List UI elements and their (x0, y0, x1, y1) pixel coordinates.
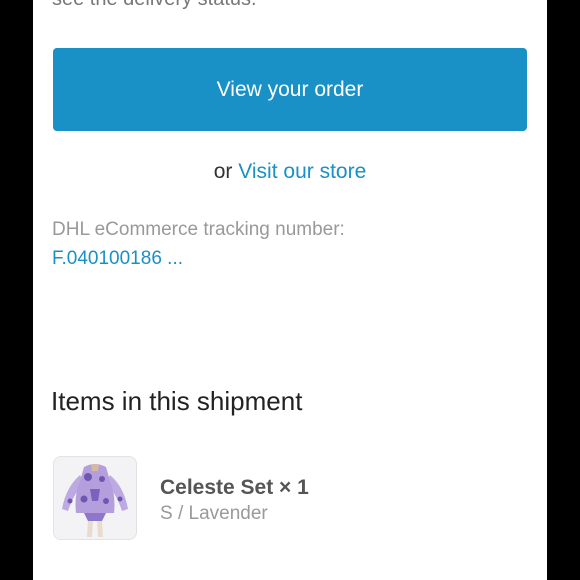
tracking-number-link[interactable]: F.040100186 ... (52, 248, 183, 264)
delivery-status-text: see the delivery status. (52, 0, 257, 11)
view-order-button[interactable]: View your order (53, 48, 527, 131)
visit-store-link[interactable]: Visit our store (238, 160, 366, 183)
page: see the delivery status. View your order… (0, 0, 580, 580)
shipment-item: Celeste Set × 1 S / Lavender (53, 456, 527, 542)
email-card: see the delivery status. View your order… (33, 0, 547, 580)
product-thumbnail (53, 456, 137, 540)
item-variant: S / Lavender (160, 503, 268, 524)
or-text: or (213, 160, 233, 183)
tracking-number-clip: F.040100186 ... (52, 246, 252, 264)
item-name: Celeste Set × 1 (160, 476, 309, 499)
product-image-icon (54, 457, 136, 539)
shipment-title: Items in this shipment (51, 386, 303, 416)
tracking-label: DHL eCommerce tracking number: (52, 219, 345, 240)
visit-store-line: or Visit our store (33, 160, 547, 184)
